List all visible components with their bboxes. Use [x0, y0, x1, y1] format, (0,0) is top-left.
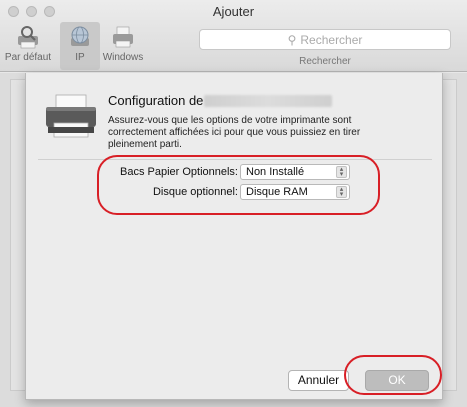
magnifier-printer-icon: [18, 26, 38, 49]
search-input[interactable]: ⚲ Rechercher: [199, 29, 451, 50]
configuration-title: Configuration de: [108, 93, 204, 108]
toolbar-ip-button[interactable]: IP: [60, 22, 100, 70]
configuration-description: Assurez-vous que les options de votre im…: [108, 115, 361, 150]
ok-highlight-annotation: [344, 355, 442, 395]
search-icon: ⚲: [287, 32, 297, 47]
window-titlebar: Ajouter Par défaut IP Windows ⚲ Recherch…: [0, 0, 467, 72]
search-caption: Rechercher: [299, 56, 351, 67]
globe-icon: [71, 26, 89, 46]
redacted-printer-name: [204, 95, 332, 107]
toolbar-windows-button[interactable]: Windows: [100, 22, 146, 70]
options-highlight-annotation: [97, 155, 380, 215]
printer-icon: [46, 94, 96, 138]
toolbar-windows-label: Windows: [102, 52, 144, 63]
toolbar-ip-label: IP: [75, 52, 85, 63]
window-title: Ajouter: [212, 4, 255, 19]
toolbar-default-button[interactable]: Par défaut: [0, 22, 56, 70]
cancel-button[interactable]: Annuler: [288, 370, 349, 391]
toolbar-default-label: Par défaut: [4, 52, 52, 63]
configuration-sheet: Configuration de Assurez-vous que les op…: [25, 73, 443, 400]
search-placeholder: Rechercher: [300, 32, 363, 47]
windows-printer-icon: [113, 26, 133, 48]
